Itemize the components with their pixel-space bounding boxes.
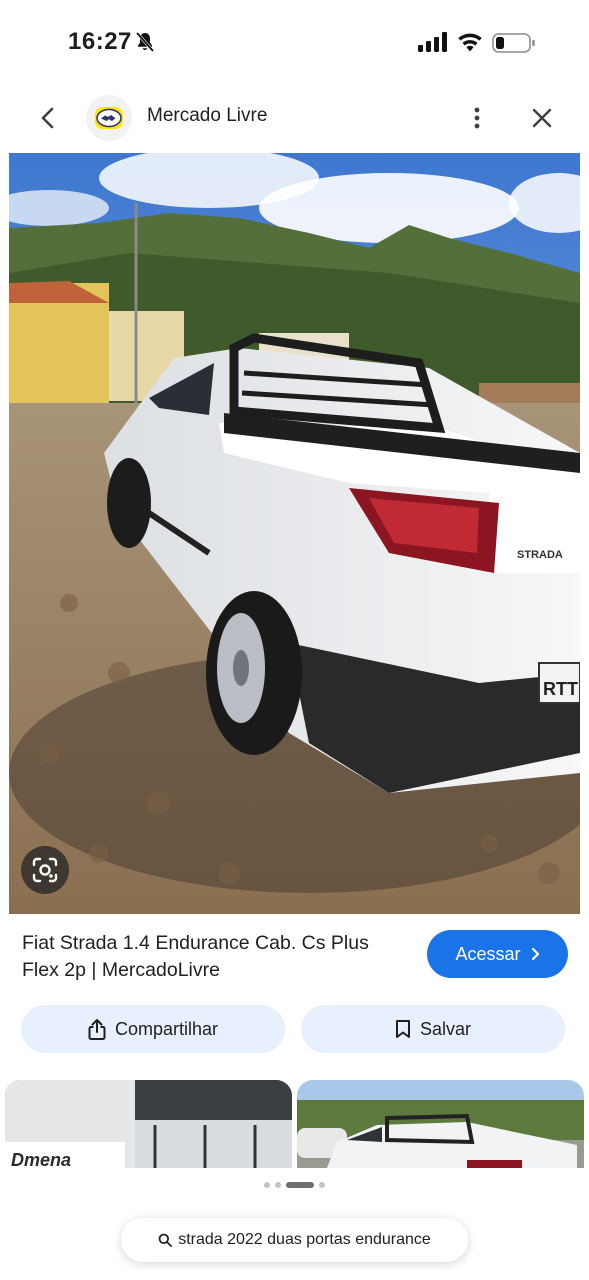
close-icon (532, 108, 552, 128)
result-title[interactable]: Fiat Strada 1.4 Endurance Cab. Cs Plus F… (22, 930, 402, 984)
related-image-1[interactable]: Dmena (5, 1080, 292, 1168)
google-lens-button[interactable] (21, 846, 69, 894)
plate-text: RTT (543, 679, 578, 699)
dealer-sign-text: Dmena (11, 1150, 71, 1168)
pickup-photo (297, 1080, 584, 1168)
car-photo: RTT STRADA (9, 153, 580, 914)
save-button[interactable]: Salvar (301, 1005, 565, 1053)
visit-button[interactable]: Acessar (427, 930, 568, 978)
visit-label: Acessar (455, 943, 521, 964)
viewer-header: Mercado Livre (0, 88, 589, 148)
site-name[interactable]: Mercado Livre (147, 105, 267, 127)
pager-dot[interactable] (275, 1182, 281, 1188)
back-button[interactable] (30, 100, 66, 136)
status-time: 16:27 (68, 28, 132, 55)
search-query-text: strada 2022 duas portas endurance (178, 1231, 431, 1248)
strada-badge: STRADA (517, 549, 563, 561)
carousel-pager (0, 1180, 589, 1190)
page: 16:27 Mercado Livre RTT STRADA Fiat Stra… (0, 0, 589, 1280)
cellular-signal-icon (418, 32, 447, 52)
pager-dot[interactable] (319, 1182, 325, 1188)
wifi-icon (458, 33, 482, 52)
mercado-livre-logo[interactable] (86, 95, 132, 141)
chevron-right-icon (531, 947, 539, 961)
share-icon (88, 1019, 106, 1040)
related-image-2[interactable] (297, 1080, 584, 1168)
status-bar: 16:27 (0, 0, 589, 88)
battery-icon (492, 33, 535, 53)
more-options-button[interactable] (462, 100, 492, 136)
search-query-chip[interactable]: strada 2022 duas portas endurance (121, 1218, 468, 1262)
pager-dot-active[interactable] (286, 1182, 314, 1188)
handshake-icon (95, 107, 123, 129)
bookmark-icon (395, 1020, 410, 1038)
share-label: Compartilhar (114, 1018, 219, 1039)
search-icon (158, 1233, 173, 1247)
showroom-photo: Dmena (5, 1080, 292, 1168)
more-vert-icon (474, 107, 480, 129)
back-arrow-icon (41, 107, 54, 129)
google-lens-icon (32, 857, 58, 883)
share-button[interactable]: Compartilhar (21, 1005, 285, 1053)
save-label: Salvar (419, 1018, 472, 1039)
pager-dot[interactable] (264, 1182, 270, 1188)
close-button[interactable] (524, 100, 560, 136)
main-image[interactable]: RTT STRADA (9, 153, 580, 914)
bell-muted-icon (135, 32, 155, 52)
